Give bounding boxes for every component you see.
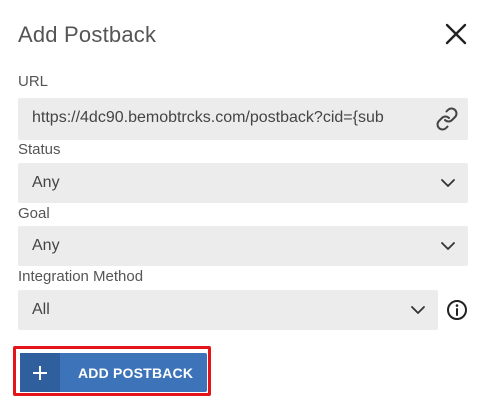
status-select[interactable]: Any bbox=[18, 163, 468, 203]
goal-select[interactable]: Any bbox=[18, 226, 468, 266]
chevron-down-icon bbox=[440, 238, 456, 254]
integration-method-value: All bbox=[32, 301, 50, 318]
url-field[interactable]: https://4dc90.bemobtrcks.com/postback?ci… bbox=[18, 98, 468, 140]
dialog-title: Add Postback bbox=[18, 22, 157, 47]
goal-value: Any bbox=[32, 237, 60, 254]
status-value: Any bbox=[32, 174, 60, 191]
chevron-down-icon bbox=[440, 175, 456, 191]
link-icon[interactable] bbox=[435, 107, 459, 131]
url-label: URL bbox=[18, 73, 49, 90]
status-label: Status bbox=[18, 141, 61, 158]
goal-label: Goal bbox=[18, 205, 50, 222]
info-icon[interactable] bbox=[446, 299, 468, 321]
chevron-down-icon bbox=[410, 302, 426, 318]
add-postback-button[interactable]: ADD POSTBACK bbox=[20, 353, 207, 392]
integration-method-select[interactable]: All bbox=[18, 290, 438, 330]
plus-icon bbox=[20, 353, 60, 392]
integration-method-label: Integration Method bbox=[18, 268, 144, 285]
url-value[interactable]: https://4dc90.bemobtrcks.com/postback?ci… bbox=[32, 109, 424, 127]
close-icon[interactable] bbox=[442, 20, 470, 48]
button-highlight-frame: ADD POSTBACK bbox=[13, 346, 211, 396]
add-postback-label: ADD POSTBACK bbox=[78, 364, 194, 381]
add-postback-dialog: Add Postback URL https://4dc90.bemobtrck… bbox=[0, 0, 485, 411]
